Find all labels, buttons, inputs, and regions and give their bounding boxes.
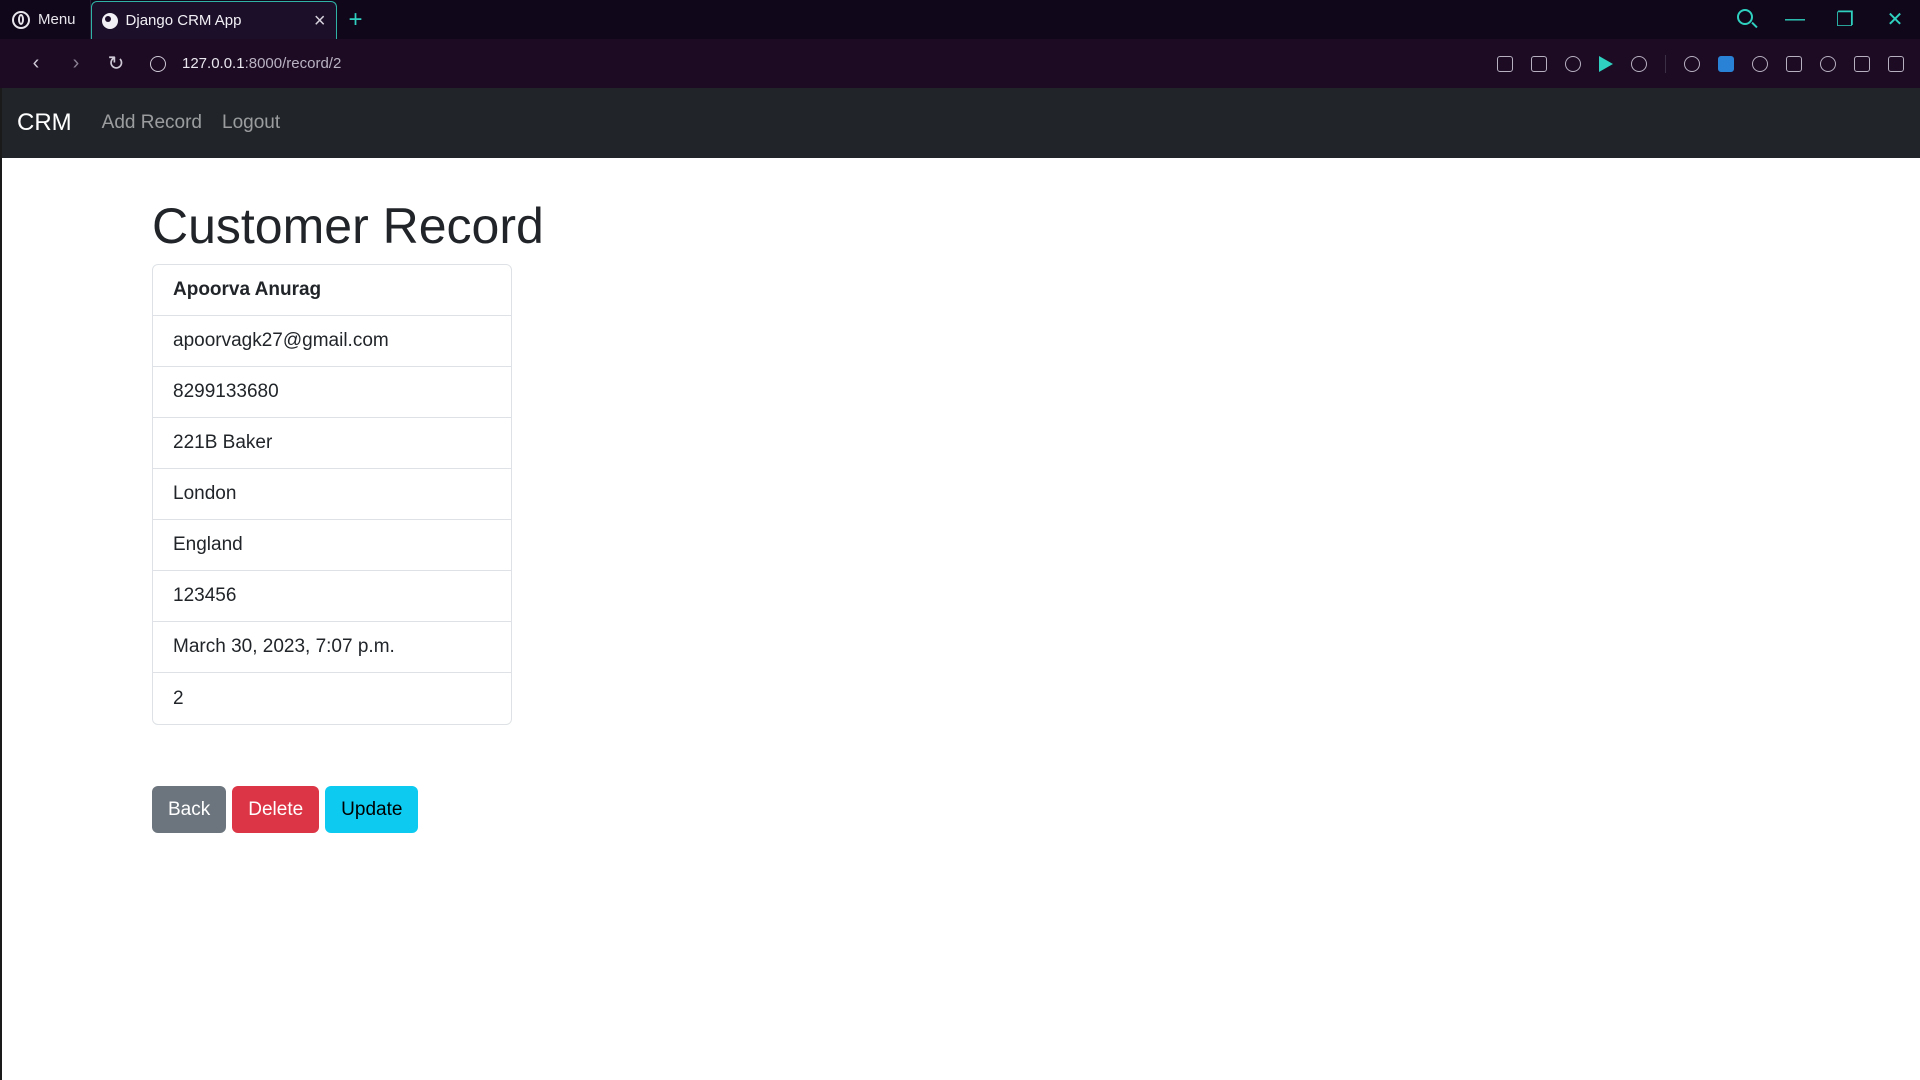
forward-arrow-icon[interactable]: › [56, 52, 96, 75]
record-created-at: March 30, 2023, 7:07 p.m. [153, 622, 511, 673]
record-address: 221B Baker [153, 418, 511, 469]
camera-icon[interactable] [1531, 55, 1547, 72]
record-city: London [153, 469, 511, 520]
heart-icon[interactable] [1631, 55, 1647, 72]
navbar-brand[interactable]: CRM [17, 109, 72, 137]
reload-icon[interactable]: ↻ [96, 51, 136, 76]
edit-icon[interactable] [1497, 55, 1513, 72]
url-field[interactable]: 127.0.0.1:8000/record/2 [150, 55, 341, 72]
easy-setup-icon[interactable] [1888, 55, 1904, 72]
window-controls: — ❐ ✕ [1720, 0, 1920, 39]
site-info-icon[interactable] [150, 55, 166, 72]
extension-icon[interactable] [1718, 55, 1734, 72]
delete-button[interactable]: Delete [232, 786, 320, 833]
browser-menu-button[interactable]: Menu [0, 0, 91, 39]
web-page: CRM Add Record Logout Customer Record Ap… [0, 88, 1920, 1080]
record-card: Apoorva Anurag apoorvagk27@gmail.com 829… [152, 264, 512, 725]
globe-icon [101, 12, 118, 29]
browser-address-bar: ‹ › ↻ 127.0.0.1:8000/record/2 [0, 39, 1920, 88]
nav-link-logout[interactable]: Logout [222, 112, 280, 134]
browser-tab-bar: Menu Django CRM App × + — ❐ ✕ [0, 0, 1920, 39]
browser-toolbar [1497, 54, 1904, 73]
close-tab-icon[interactable]: × [314, 11, 326, 31]
toolbar-divider [1665, 54, 1666, 73]
adblock-icon[interactable] [1565, 55, 1581, 72]
profile-icon[interactable] [1820, 55, 1836, 72]
record-email: apoorvagk27@gmail.com [153, 316, 511, 367]
send-icon[interactable] [1599, 55, 1613, 72]
cube-icon[interactable] [1786, 55, 1802, 72]
browser-menu-label: Menu [38, 11, 76, 28]
search-icon [1737, 9, 1753, 25]
record-phone: 8299133680 [153, 367, 511, 418]
close-window-button[interactable]: ✕ [1870, 7, 1920, 32]
url-host: 127.0.0.1 [182, 55, 245, 72]
battery-icon[interactable] [1684, 55, 1700, 72]
nav-link-add-record[interactable]: Add Record [102, 112, 202, 134]
record-zipcode: 123456 [153, 571, 511, 622]
window-left-edge [0, 88, 2, 1080]
download-icon[interactable] [1854, 55, 1870, 72]
update-button[interactable]: Update [325, 786, 419, 833]
main-container: Customer Record Apoorva Anurag apoorvagk… [152, 196, 544, 833]
record-state: England [153, 520, 511, 571]
opera-logo-icon [12, 10, 30, 29]
record-name: Apoorva Anurag [153, 265, 511, 316]
site-navbar: CRM Add Record Logout [0, 88, 1920, 158]
back-button[interactable]: Back [152, 786, 227, 833]
new-tab-button[interactable]: + [337, 0, 375, 39]
react-devtools-icon[interactable] [1752, 55, 1768, 72]
tab-title: Django CRM App [125, 12, 242, 29]
restore-button[interactable]: ❐ [1820, 7, 1870, 32]
record-actions: Back Delete Update [152, 786, 544, 833]
url-path: :8000/record/2 [244, 55, 342, 72]
page-title: Customer Record [152, 198, 544, 254]
browser-tab-active[interactable]: Django CRM App × [90, 1, 337, 39]
search-tabs-button[interactable] [1720, 8, 1770, 31]
back-arrow-icon[interactable]: ‹ [16, 52, 56, 75]
record-id: 2 [173, 687, 184, 709]
minimize-button[interactable]: — [1770, 8, 1820, 31]
